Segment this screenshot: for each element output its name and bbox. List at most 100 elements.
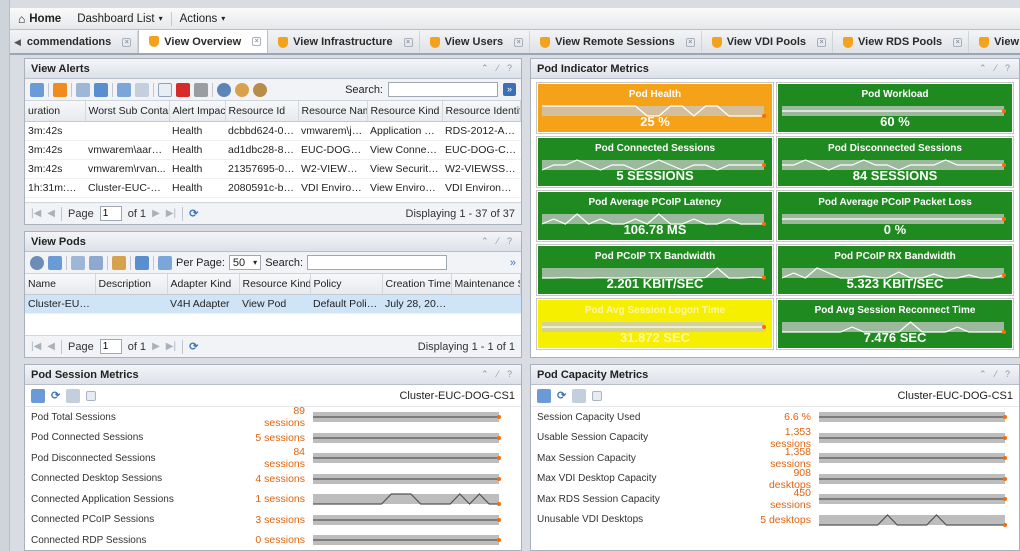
filter-icon[interactable] bbox=[158, 255, 172, 270]
column-header[interactable]: Resource Identifier bbox=[442, 101, 521, 122]
indicator-tile[interactable]: Pod Connected Sessions 5 SESSIONS bbox=[536, 136, 774, 188]
column-header[interactable]: Alert Impact bbox=[169, 101, 226, 122]
tab-view-infrastructure[interactable]: View Infrastructure × bbox=[268, 31, 420, 53]
calendar-icon[interactable] bbox=[572, 388, 587, 403]
refresh-icon[interactable]: ⟳ bbox=[189, 340, 198, 353]
gear-icon[interactable] bbox=[30, 255, 44, 270]
column-header[interactable]: uration bbox=[25, 101, 86, 122]
metric-row[interactable]: Unusable VDI Desktops 5 desktops bbox=[531, 510, 1019, 531]
column-header[interactable]: Description bbox=[95, 274, 168, 295]
column-header[interactable]: Creation Time bbox=[382, 274, 452, 295]
actions-menu[interactable]: Actions ▾ bbox=[172, 13, 234, 25]
filter-icon[interactable] bbox=[117, 82, 131, 97]
column-header[interactable]: Name bbox=[25, 274, 96, 295]
table-row[interactable]: 1h:31m:42s Cluster-EUC-D... Health 2080591c… bbox=[25, 178, 521, 198]
alert-details-icon[interactable] bbox=[217, 82, 231, 97]
table-row[interactable]: 3m:42s vmwarem\rvan... Health 21357695-0a4.… bbox=[25, 159, 521, 179]
indicator-tile[interactable]: Pod Avg Session Reconnect Time 7.476 SEC bbox=[776, 298, 1014, 350]
alerts-search-input[interactable] bbox=[388, 82, 498, 97]
pods-page-input[interactable] bbox=[99, 339, 122, 354]
search-go-icon[interactable]: » bbox=[503, 83, 516, 96]
calendar-icon[interactable] bbox=[66, 388, 81, 403]
close-icon[interactable] bbox=[592, 390, 603, 401]
close-tab-icon[interactable]: × bbox=[685, 37, 695, 47]
tab-view-overview[interactable]: View Overview × bbox=[138, 30, 269, 53]
refresh-icon[interactable]: ⟳ bbox=[51, 389, 60, 402]
expand-right-icon[interactable]: » bbox=[510, 257, 516, 269]
alerts-page-input[interactable] bbox=[99, 206, 122, 221]
suspend-icon[interactable] bbox=[194, 82, 208, 97]
metric-row[interactable]: Max RDS Session Capacity 450 sessions bbox=[531, 487, 1019, 511]
close-tab-icon[interactable]: × bbox=[953, 37, 963, 47]
tab-view-rds-pools[interactable]: View RDS Pools × bbox=[833, 31, 970, 53]
tab-scroll-left-icon[interactable]: ◀ bbox=[10, 37, 23, 53]
first-page-icon[interactable]: |◀ bbox=[31, 341, 41, 352]
table-row[interactable]: Cluster-EUC-D... V4H AdapterView PodDefau… bbox=[25, 294, 521, 314]
table-row[interactable]: 3m:42s Healthdcbbd624-0d5...vmwarem\jlawt… bbox=[25, 121, 521, 141]
column-header[interactable]: Worst Sub Contain bbox=[85, 101, 170, 122]
indicator-tile[interactable]: Pod Health 25 % bbox=[536, 82, 774, 134]
next-page-icon[interactable]: ▶ bbox=[152, 208, 160, 219]
dashboard-list-menu[interactable]: Dashboard List ▾ bbox=[69, 13, 170, 25]
user-settings-icon[interactable] bbox=[253, 82, 267, 97]
column-header[interactable]: Resource Kind bbox=[367, 101, 443, 122]
close-tab-icon[interactable]: × bbox=[403, 37, 413, 47]
indicator-tile[interactable]: Pod Disconnected Sessions 84 SESSIONS bbox=[776, 136, 1014, 188]
indicator-tile[interactable]: Pod Workload 60 % bbox=[776, 82, 1014, 134]
indicator-tile[interactable]: Pod Avg Session Logon Time 31.872 SEC bbox=[536, 298, 774, 350]
close-icon[interactable] bbox=[86, 390, 97, 401]
list-icon[interactable] bbox=[158, 82, 172, 97]
per-page-select[interactable]: 50 ▾ bbox=[228, 255, 262, 270]
filter-tree-icon[interactable] bbox=[48, 255, 62, 270]
close-tab-icon[interactable]: × bbox=[252, 37, 262, 46]
tab-view-remote-sessions[interactable]: View Remote Sessions × bbox=[530, 31, 702, 53]
indicator-tile[interactable]: Pod Average PCoIP Latency 106.78 MS bbox=[536, 190, 774, 242]
panel-controls-icon[interactable]: ⌃ ⁄ ? bbox=[979, 63, 1013, 74]
column-header[interactable]: Adapter Kind bbox=[167, 274, 240, 295]
export-icon[interactable] bbox=[94, 82, 108, 97]
panel-controls-icon[interactable]: ⌃ ⁄ ? bbox=[481, 63, 515, 74]
metric-row[interactable]: Connected RDP Sessions 0 sessions bbox=[25, 530, 521, 550]
metric-row[interactable]: Pod Connected Sessions 5 sessions bbox=[25, 428, 521, 449]
export-icon[interactable] bbox=[135, 255, 149, 270]
first-page-icon[interactable]: |◀ bbox=[31, 208, 41, 219]
chart-icon[interactable] bbox=[112, 255, 126, 270]
prev-page-icon[interactable]: ◀ bbox=[47, 208, 55, 219]
copy-icon[interactable] bbox=[76, 82, 90, 97]
table-row[interactable]: 3m:42s vmwarem\aaro... Health ad1dbc28-8d7.… bbox=[25, 140, 521, 160]
filter-tree-icon[interactable] bbox=[537, 388, 551, 403]
metric-row[interactable]: Pod Disconnected Sessions 84 sessions bbox=[25, 446, 521, 470]
panel-controls-icon[interactable]: ⌃ ⁄ ? bbox=[481, 236, 515, 247]
metric-row[interactable]: Connected Desktop Sessions 4 sessions bbox=[25, 469, 521, 490]
copy-icon[interactable] bbox=[71, 255, 85, 270]
home-menu-item[interactable]: ⌂ Home bbox=[10, 12, 69, 26]
metric-row[interactable]: Max VDI Desktop Capacity 908 desktops bbox=[531, 467, 1019, 491]
tab-view-ts-pools[interactable]: View TS Pools× bbox=[969, 31, 1020, 53]
column-header[interactable]: Resource Kind bbox=[239, 274, 311, 295]
last-page-icon[interactable]: ▶| bbox=[166, 341, 176, 352]
close-tab-icon[interactable]: × bbox=[817, 37, 827, 47]
close-tab-icon[interactable]: × bbox=[514, 37, 524, 47]
pods-search-input[interactable] bbox=[307, 255, 448, 270]
rss-icon[interactable] bbox=[53, 82, 67, 97]
calendar-icon[interactable] bbox=[135, 82, 149, 97]
filter-tree-icon[interactable] bbox=[30, 82, 44, 97]
metric-row[interactable]: Connected Application Sessions 1 sessions bbox=[25, 489, 521, 510]
metric-row[interactable]: Usable Session Capacity 1,353 sessions bbox=[531, 426, 1019, 450]
refresh-icon[interactable]: ⟳ bbox=[189, 207, 198, 220]
tab-view-users[interactable]: View Users × bbox=[420, 31, 531, 53]
refresh-icon[interactable]: ⟳ bbox=[557, 389, 566, 402]
next-page-icon[interactable]: ▶ bbox=[152, 341, 160, 352]
close-tab-icon[interactable]: × bbox=[122, 37, 132, 47]
users-icon[interactable] bbox=[235, 82, 249, 97]
last-page-icon[interactable]: ▶| bbox=[166, 208, 176, 219]
paste-icon[interactable] bbox=[89, 255, 103, 270]
metric-row[interactable]: Pod Total Sessions 89 sessions bbox=[25, 405, 521, 429]
column-header[interactable]: Resource Id bbox=[225, 101, 299, 122]
column-header[interactable]: Policy bbox=[310, 274, 383, 295]
panel-controls-icon[interactable]: ⌃ ⁄ ? bbox=[481, 369, 515, 380]
column-header[interactable]: Resource Name bbox=[298, 101, 368, 122]
indicator-tile[interactable]: Pod Average PCoIP Packet Loss 0 % bbox=[776, 190, 1014, 242]
metric-row[interactable]: Connected PCoIP Sessions 3 sessions bbox=[25, 510, 521, 531]
filter-tree-icon[interactable] bbox=[31, 388, 45, 403]
